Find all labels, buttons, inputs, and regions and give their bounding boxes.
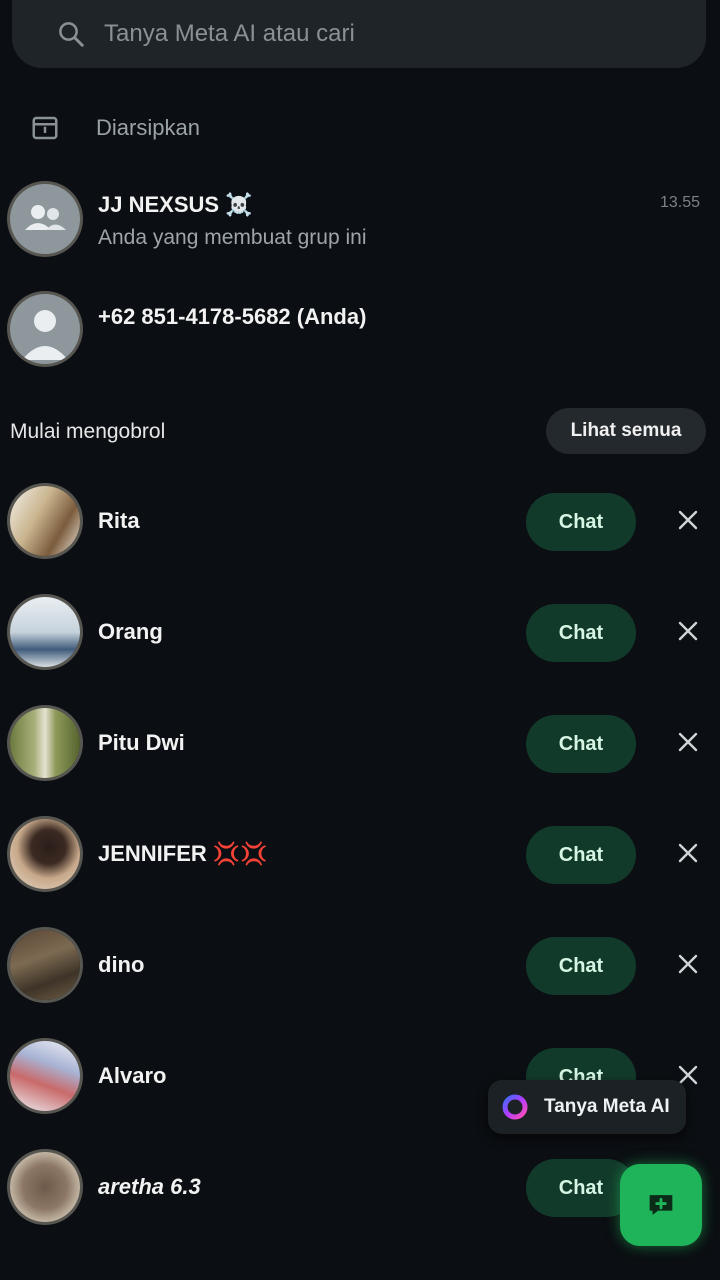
- contact-name: Pitu Dwi: [98, 730, 185, 755]
- chat-button[interactable]: Chat: [526, 715, 636, 773]
- contact-avatar: [10, 930, 80, 1000]
- chat-button[interactable]: Chat: [526, 937, 636, 995]
- contact-avatar: [10, 819, 80, 889]
- chat-row-group[interactable]: JJ NEXSUS ☠️ Anda yang membuat grup ini …: [0, 180, 720, 260]
- search-placeholder: Tanya Meta AI atau cari: [104, 20, 355, 47]
- contact-row[interactable]: JENNIFER 💢💢 Chat: [0, 815, 720, 895]
- archive-icon: [32, 116, 58, 140]
- contact-avatar: [10, 708, 80, 778]
- new-chat-button[interactable]: [620, 1164, 702, 1246]
- meta-ai-label: Tanya Meta AI: [544, 1096, 670, 1117]
- chat-title: +62 851-4178-5682 (Anda): [98, 304, 367, 329]
- person-icon: [22, 310, 68, 360]
- contact-avatar: [10, 1152, 80, 1222]
- close-icon[interactable]: [676, 619, 700, 643]
- search-bar[interactable]: Tanya Meta AI atau cari: [12, 0, 706, 68]
- close-icon[interactable]: [676, 730, 700, 754]
- close-icon[interactable]: [676, 952, 700, 976]
- contact-avatar: [10, 597, 80, 667]
- meta-ai-button[interactable]: Tanya Meta AI: [488, 1080, 686, 1134]
- chat-time: 13.55: [659, 194, 700, 211]
- contact-name: JENNIFER 💢💢: [98, 841, 268, 866]
- contact-row[interactable]: Rita Chat: [0, 482, 720, 562]
- chat-button[interactable]: Chat: [526, 493, 636, 551]
- chat-preview: Anda yang membuat grup ini: [98, 226, 367, 249]
- contact-name: Orang: [98, 619, 163, 644]
- contact-name: dino: [98, 952, 145, 977]
- start-chat-heading: Mulai mengobrol: [10, 420, 166, 443]
- contact-avatar: [10, 1041, 80, 1111]
- new-chat-icon: [649, 1195, 673, 1215]
- group-icon: [25, 205, 66, 230]
- archived-row[interactable]: Diarsipkan: [0, 98, 720, 158]
- contact-name: aretha 6.3: [98, 1174, 201, 1199]
- contact-name: Alvaro: [98, 1063, 167, 1088]
- contact-name: Rita: [98, 508, 140, 533]
- self-avatar: [10, 294, 80, 364]
- chat-row-self[interactable]: +62 851-4178-5682 (Anda): [0, 292, 720, 372]
- close-icon[interactable]: [676, 841, 700, 865]
- contact-row[interactable]: dino Chat: [0, 926, 720, 1006]
- search-icon: [59, 22, 84, 47]
- group-avatar: [10, 184, 80, 254]
- see-all-button[interactable]: Lihat semua: [546, 408, 706, 454]
- contact-row[interactable]: Orang Chat: [0, 593, 720, 673]
- meta-ai-icon: [502, 1094, 528, 1120]
- contact-row[interactable]: Pitu Dwi Chat: [0, 704, 720, 784]
- chat-button[interactable]: Chat: [526, 826, 636, 884]
- chat-title: JJ NEXSUS ☠️: [98, 192, 253, 217]
- contact-row[interactable]: aretha 6.3 Chat: [0, 1148, 720, 1228]
- close-icon[interactable]: [676, 508, 700, 532]
- contact-avatar: [10, 486, 80, 556]
- archived-label: Diarsipkan: [96, 115, 200, 140]
- chat-button[interactable]: Chat: [526, 604, 636, 662]
